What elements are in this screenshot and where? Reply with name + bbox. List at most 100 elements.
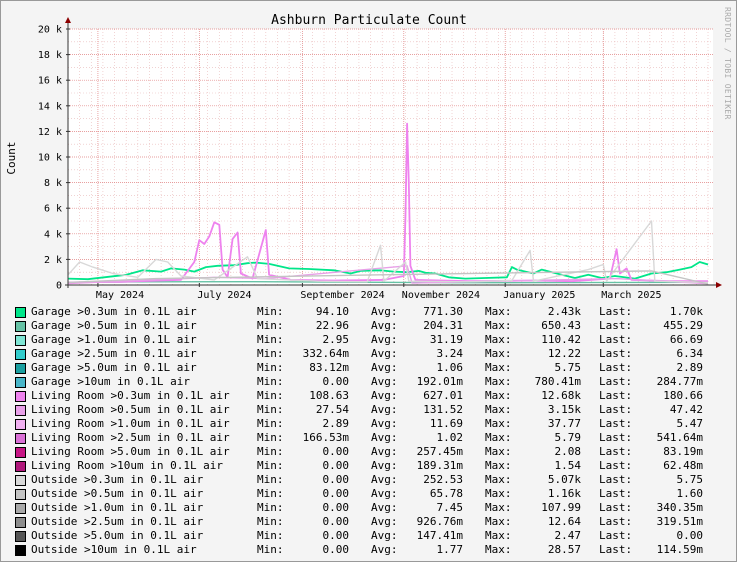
legend-avg-value: 3.24 — [436, 347, 464, 360]
legend-max-value: 1.16k — [547, 487, 581, 500]
legend-avg-label: Avg: — [371, 543, 398, 556]
legend-max-label: Max: — [485, 305, 512, 318]
legend-avg-value: 147.41m — [416, 529, 463, 542]
legend-avg-label: Avg: — [371, 515, 398, 528]
legend-last-value: 319.51m — [656, 515, 703, 528]
legend-swatch — [15, 489, 26, 500]
legend-max-value: 12.68k — [541, 389, 581, 402]
legend-last-label: Last: — [599, 459, 633, 472]
legend-max-label: Max: — [485, 347, 512, 360]
legend-max-value: 2.43k — [547, 305, 581, 318]
legend-avg-value: 65.78 — [429, 487, 463, 500]
legend-series-name: Garage >10um in 0.1L air — [31, 375, 190, 388]
legend-min-value: 0.00 — [322, 529, 350, 542]
legend-min-value: 0.00 — [322, 487, 350, 500]
legend-last-value: 62.48m — [663, 459, 703, 472]
legend-min-value: 2.95 — [322, 333, 350, 346]
legend-series-name: Living Room >0.5um in 0.1L air — [31, 403, 230, 416]
legend-max-value: 2.08 — [554, 445, 582, 458]
legend-series-name: Garage >0.5um in 0.1L air — [31, 319, 197, 332]
legend-row: Garage >0.5um in 0.1L air Min: 22.96 Avg: 20… — [15, 319, 731, 333]
grid — [67, 28, 713, 285]
legend-last-value: 5.75 — [676, 473, 704, 486]
legend-max-value: 110.42 — [541, 333, 581, 346]
legend-max-label: Max: — [485, 375, 512, 388]
legend-avg-label: Avg: — [371, 375, 398, 388]
x-axis-arrow — [716, 282, 722, 288]
legend-max-label: Max: — [485, 333, 512, 346]
y-tick-label: 16 k — [38, 76, 62, 87]
legend-swatch — [15, 335, 26, 346]
legend-min-value: 108.63 — [309, 389, 349, 402]
y-tick-label: 18 k — [38, 50, 62, 61]
legend-series-name: Outside >0.3um in 0.1L air — [31, 473, 204, 486]
legend-swatch — [15, 363, 26, 374]
legend-row: Living Room >1.0um in 0.1L air Min: 2.89 Av… — [15, 417, 731, 431]
legend-min-label: Min: — [257, 305, 284, 318]
legend-min-value: 22.96 — [315, 319, 349, 332]
legend-min-value: 94.10 — [315, 305, 349, 318]
legend-min-value: 0.00 — [322, 459, 350, 472]
legend-row: Garage >1.0um in 0.1L air Min: 2.95 Avg: 31.… — [15, 333, 731, 347]
legend-max-label: Max: — [485, 501, 512, 514]
y-tick-labels: 0 2 k 4 k 6 k 8 k 10 k 12 k 14 k 16 k 18 k 20 k — [38, 25, 62, 292]
legend-last-label: Last: — [599, 445, 633, 458]
legend-min-value: 0.00 — [322, 501, 350, 514]
legend-last-label: Last: — [599, 389, 633, 402]
legend-last-label: Last: — [599, 515, 633, 528]
legend-min-value: 0.00 — [322, 445, 350, 458]
legend-avg-value: 252.53 — [423, 473, 463, 486]
legend-max-label: Max: — [485, 417, 512, 430]
legend-avg-label: Avg: — [371, 501, 398, 514]
legend-last-value: 0.00 — [676, 529, 704, 542]
legend-series-name: Garage >5.0um in 0.1L air — [31, 361, 197, 374]
legend-series-name: Outside >1.0um in 0.1L air — [31, 501, 204, 514]
legend-max-label: Max: — [485, 487, 512, 500]
legend-avg-label: Avg: — [371, 333, 398, 346]
legend-max-label: Max: — [485, 445, 512, 458]
legend-last-value: 541.64m — [656, 431, 703, 444]
legend-min-label: Min: — [257, 417, 284, 430]
legend-row: Garage >2.5um in 0.1L air Min: 332.64m Avg:… — [15, 347, 731, 361]
legend-avg-value: 257.45m — [416, 445, 463, 458]
legend-swatch — [15, 419, 26, 430]
legend-swatch — [15, 503, 26, 514]
legend-min-value: 27.54 — [315, 403, 349, 416]
legend-avg-label: Avg: — [371, 417, 398, 430]
legend-series-name: Outside >0.5um in 0.1L air — [31, 487, 204, 500]
legend-avg-value: 1.77 — [436, 543, 464, 556]
legend-avg-label: Avg: — [371, 347, 398, 360]
y-tick-label: 14 k — [38, 101, 62, 112]
legend-last-label: Last: — [599, 333, 633, 346]
legend-last-label: Last: — [599, 543, 633, 556]
legend-max-value: 28.57 — [547, 543, 581, 556]
legend-max-value: 5.75 — [554, 361, 582, 374]
legend-last-label: Last: — [599, 305, 633, 318]
y-tick-label: 6 k — [44, 204, 62, 215]
legend-swatch — [15, 405, 26, 416]
legend-avg-label: Avg: — [371, 361, 398, 374]
legend-avg-value: 7.45 — [436, 501, 464, 514]
legend-avg-value: 131.52 — [423, 403, 463, 416]
legend-min-label: Min: — [257, 389, 284, 402]
legend-series-name: Outside >10um in 0.1L air — [31, 543, 197, 556]
legend-last-label: Last: — [599, 487, 633, 500]
x-tick-labels: May 2024 July 2024 September 2024 November … — [96, 290, 662, 301]
legend-last-label: Last: — [599, 431, 633, 444]
legend-max-value: 3.15k — [547, 403, 581, 416]
legend-last-label: Last: — [599, 473, 633, 486]
legend-series-name: Garage >2.5um in 0.1L air — [31, 347, 197, 360]
legend-swatch — [15, 377, 26, 388]
legend-min-value: 0.00 — [322, 515, 350, 528]
legend-swatch — [15, 391, 26, 402]
legend-row: Outside >10um in 0.1L air Min: 0.00 Avg: 1.7… — [15, 543, 731, 557]
legend-row: Outside >0.5um in 0.1L air Min: 0.00 Avg: 65… — [15, 487, 731, 501]
y-tick-label: 2 k — [44, 255, 62, 266]
legend-avg-value: 1.02 — [436, 431, 464, 444]
legend-min-value: 83.12m — [309, 361, 349, 374]
legend-avg-label: Avg: — [371, 319, 398, 332]
legend-swatch — [15, 321, 26, 332]
graph-frame: Ashburn Particulate Count Count RRDTOOL … — [0, 0, 737, 562]
legend-series-name: Outside >5.0um in 0.1L air — [31, 529, 204, 542]
legend-avg-value: 627.01 — [423, 389, 463, 402]
